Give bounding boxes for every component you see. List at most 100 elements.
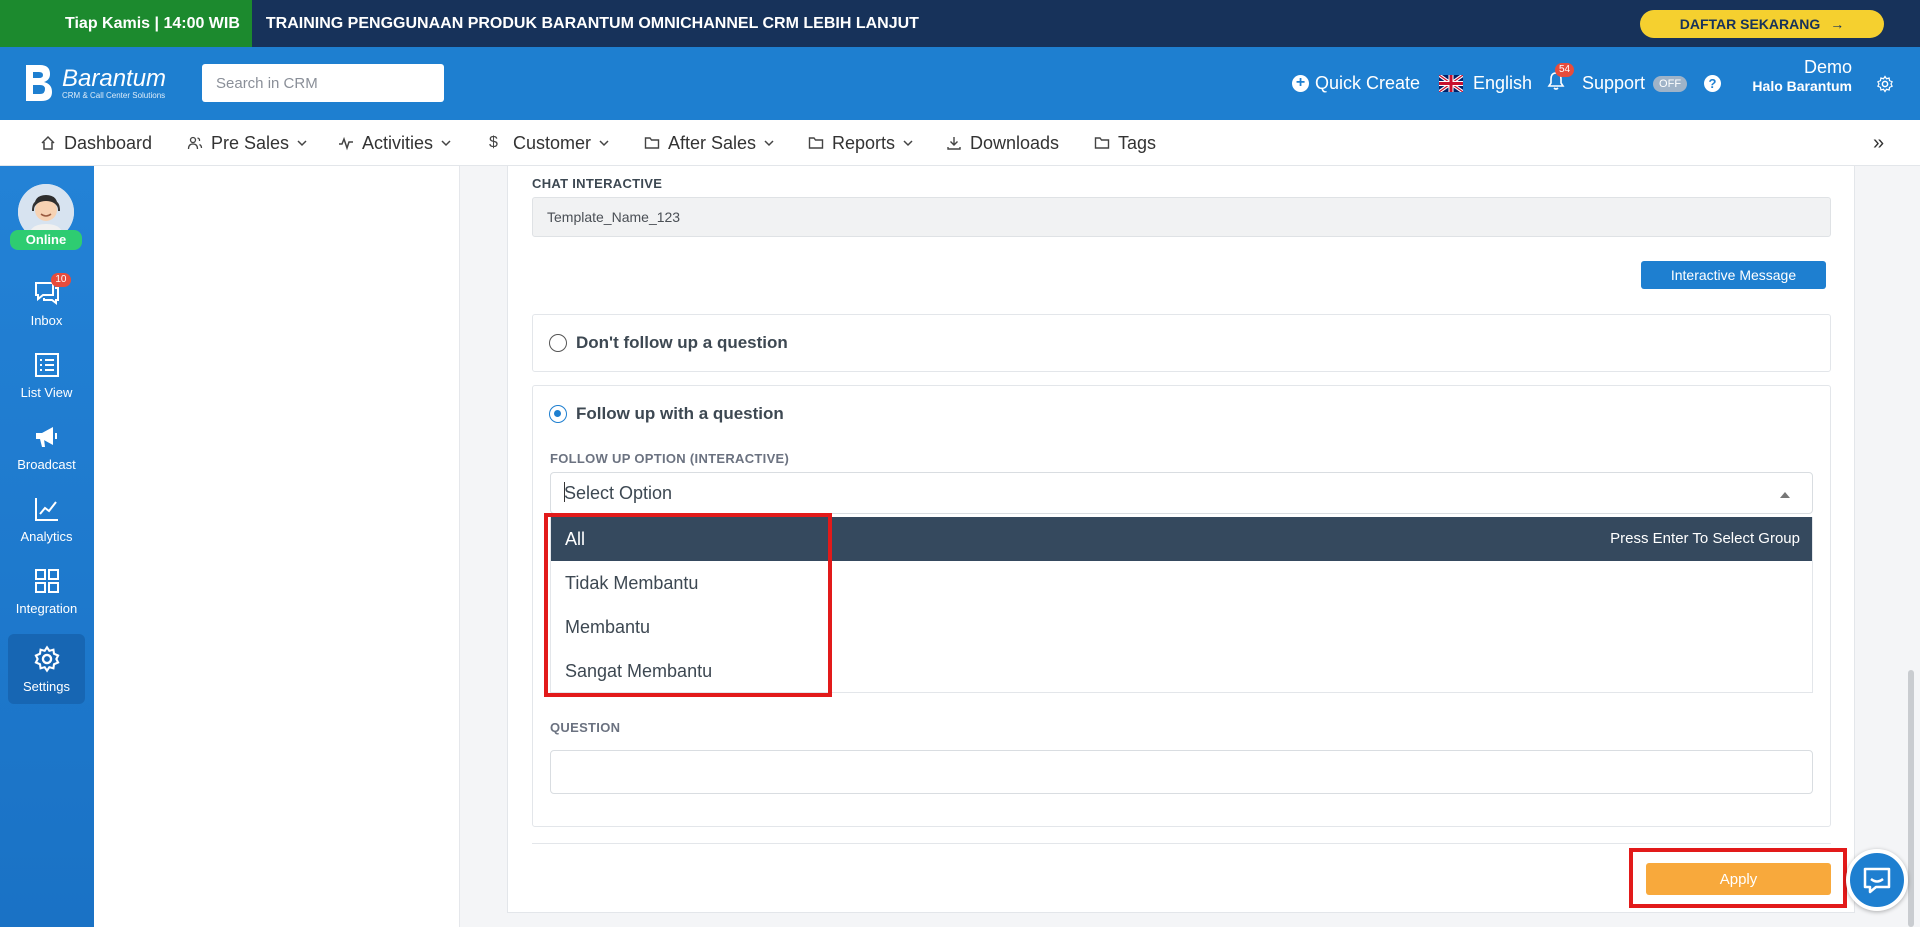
menu-more-button[interactable]: » [1873, 132, 1884, 155]
sidebar-item-label: Integration [15, 600, 78, 616]
follow-up-radio[interactable] [549, 405, 567, 423]
chat-interactive-field: Template_Name_123 [532, 197, 1831, 237]
notification-count-badge: 54 [1555, 63, 1575, 77]
select-placeholder: Select Option [564, 483, 673, 503]
sidebar-item-label: List View [20, 384, 73, 400]
promo-schedule: Tiap Kamis | 14:00 WIB [0, 0, 252, 47]
menu-activities[interactable]: Activities [338, 120, 451, 166]
menu-reports-label: Reports [832, 132, 896, 153]
chat-icon: 10 [33, 272, 71, 307]
inbox-count-badge: 10 [51, 272, 71, 287]
dropdown-hint: Press Enter To Select Group [1610, 530, 1800, 547]
support-label: Support [1582, 73, 1646, 93]
menu-reports[interactable]: Reports [808, 120, 913, 166]
sidebar-item-integration[interactable]: Integration [8, 556, 85, 626]
chevron-down-icon [764, 140, 774, 147]
online-status-badge[interactable]: Online [10, 230, 82, 250]
list-icon [34, 352, 59, 377]
user-company: Halo Barantum [1752, 78, 1852, 94]
menu-customer[interactable]: $ Customer [489, 120, 609, 166]
user-name: Demo [1803, 57, 1852, 77]
quick-create-button[interactable]: + Quick Create [1292, 47, 1420, 120]
support-toggle[interactable]: Support OFF [1582, 47, 1688, 120]
sidebar-item-inbox[interactable]: 10 Inbox [8, 268, 85, 338]
megaphone-icon [35, 426, 57, 447]
logo-name: Barantum [62, 64, 167, 92]
notifications-button[interactable]: 54 [1547, 47, 1575, 120]
users-icon [187, 136, 203, 150]
download-icon [947, 137, 961, 150]
logo-tagline: CRM & Call Center Solutions [62, 90, 166, 100]
menu-activities-label: Activities [362, 132, 434, 153]
sidebar-item-analytics[interactable]: Analytics [8, 484, 85, 554]
text-cursor [564, 482, 565, 502]
chevron-down-icon [599, 140, 609, 147]
sidebar-item-list-view[interactable]: List View [8, 340, 85, 410]
support-status-badge: OFF [1653, 75, 1688, 92]
activity-icon [339, 136, 353, 151]
search-input[interactable] [202, 64, 444, 102]
plus-circle-icon: + [1292, 75, 1309, 92]
follow-up-label[interactable]: Follow up with a question [576, 404, 784, 424]
menu-customer-label: Customer [513, 132, 592, 153]
folder-icon [644, 137, 660, 149]
uk-flag-icon [1439, 75, 1463, 92]
menu-pre-sales-label: Pre Sales [211, 132, 290, 153]
sidebar-item-label: Broadcast [17, 456, 76, 472]
folder-icon [808, 137, 824, 149]
menu-after-sales-label: After Sales [668, 132, 757, 153]
highlight-box-apply [1629, 848, 1847, 908]
folder-icon [1094, 137, 1110, 149]
grid-icon [34, 568, 59, 593]
question-label: QUESTION [550, 720, 621, 735]
menu-after-sales[interactable]: After Sales [644, 120, 774, 166]
app-header: Barantum CRM & Call Center Solutions + Q… [0, 47, 1920, 120]
gear-icon [33, 644, 60, 673]
question-input[interactable] [550, 750, 1813, 794]
form-divider [532, 843, 1831, 844]
caret-up-icon [1780, 492, 1790, 498]
live-chat-button[interactable] [1846, 849, 1908, 911]
chevron-down-icon [441, 140, 451, 147]
help-button[interactable]: ? [1704, 47, 1721, 120]
follow-up-option-label: FOLLOW UP OPTION (INTERACTIVE) [550, 451, 790, 466]
interactive-message-button[interactable]: Interactive Message [1641, 261, 1826, 289]
help-icon: ? [1704, 75, 1721, 92]
language-selector[interactable]: English [1439, 47, 1532, 120]
gear-icon [1877, 74, 1893, 93]
chart-line-icon [34, 497, 58, 521]
barantum-logo-icon [26, 65, 52, 101]
chat-bubble-icon [1863, 867, 1891, 894]
register-button-label: DAFTAR SEKARANG [1679, 16, 1821, 32]
menu-downloads-label: Downloads [970, 132, 1060, 153]
no-follow-up-label[interactable]: Don't follow up a question [576, 333, 788, 353]
promo-banner: Tiap Kamis | 14:00 WIB TRAINING PENGGUNA… [0, 0, 1920, 47]
sidebar-item-label: Analytics [20, 528, 73, 544]
settings-button[interactable] [1876, 47, 1894, 120]
chevron-down-icon [297, 140, 307, 147]
page-scrollbar[interactable] [1908, 670, 1914, 927]
register-button[interactable]: DAFTAR SEKARANG → [1640, 10, 1884, 38]
main-menu: Dashboard Pre Sales Activities $ Custome… [0, 120, 1920, 166]
dollar-icon: $ [489, 134, 498, 151]
quick-create-label: Quick Create [1315, 73, 1421, 93]
language-label: English [1473, 73, 1533, 93]
user-menu[interactable]: Demo Halo Barantum [1740, 57, 1852, 94]
left-sidebar: Online 10 Inbox List View Broadcast Anal… [0, 166, 94, 927]
bell-icon: 54 [1547, 63, 1575, 96]
promo-title: TRAINING PENGGUNAAN PRODUK BARANTUM OMNI… [265, 14, 919, 32]
menu-downloads[interactable]: Downloads [946, 120, 1059, 166]
menu-tags[interactable]: Tags [1094, 120, 1156, 166]
follow-up-option-select[interactable]: Select Option [550, 472, 1813, 514]
app-logo[interactable]: Barantum CRM & Call Center Solutions [22, 63, 166, 103]
settings-side-panel [94, 166, 460, 927]
sidebar-item-settings[interactable]: Settings [8, 634, 85, 704]
menu-dashboard[interactable]: Dashboard [40, 120, 152, 166]
chat-interactive-label: CHAT INTERACTIVE [532, 176, 663, 191]
no-follow-up-radio[interactable] [549, 334, 567, 352]
sidebar-item-broadcast[interactable]: Broadcast [8, 412, 85, 482]
highlight-box-options [544, 513, 832, 697]
menu-tags-label: Tags [1118, 132, 1157, 153]
arrow-right-icon: → [1830, 16, 1845, 32]
menu-pre-sales[interactable]: Pre Sales [187, 120, 307, 166]
